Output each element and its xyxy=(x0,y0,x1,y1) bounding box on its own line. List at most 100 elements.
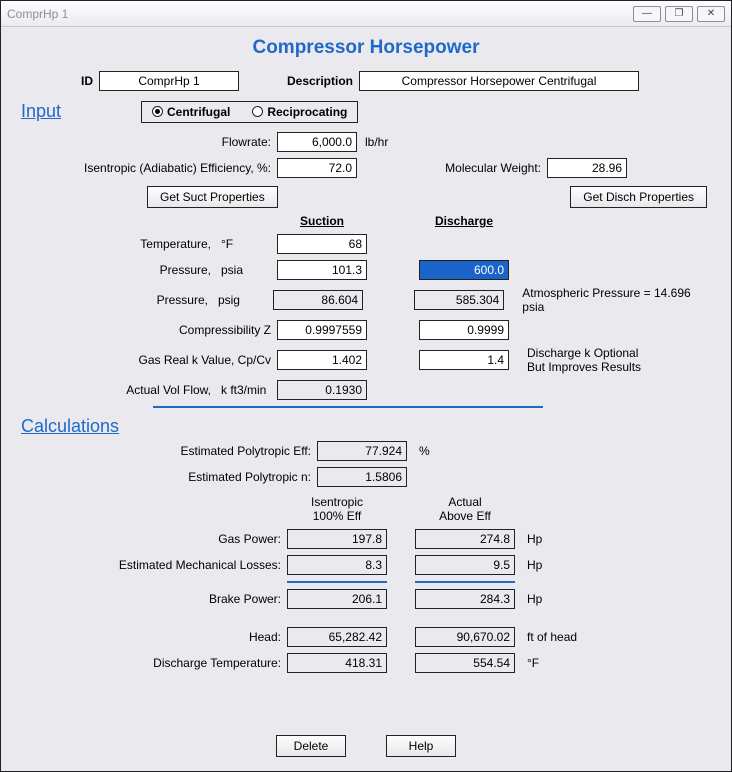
gas-k-row: Gas Real k Value, Cp/Cv Discharge k Opti… xyxy=(19,346,713,374)
discharge-psig-output xyxy=(414,290,504,310)
brake-power-row: Brake Power: Hp xyxy=(19,589,713,609)
brake-power-label: Brake Power: xyxy=(19,592,287,606)
poly-eff-row: Estimated Polytropic Eff: % xyxy=(19,441,713,461)
delete-button[interactable]: Delete xyxy=(276,735,346,757)
avf-unit: k ft3/min xyxy=(217,383,277,397)
id-desc-row: ID Description xyxy=(19,71,713,91)
poly-n-output xyxy=(317,467,407,487)
temperature-label: Temperature, xyxy=(19,237,217,251)
discharge-temp-act-output xyxy=(415,653,515,673)
psia-unit: psia xyxy=(217,263,277,277)
psig-unit: psig xyxy=(214,293,273,307)
bottom-buttons: Delete Help xyxy=(1,735,731,757)
suction-temperature-input[interactable] xyxy=(277,234,367,254)
radio-dot-icon xyxy=(252,106,263,117)
gas-power-act-output xyxy=(415,529,515,549)
compressibility-row: Compressibility Z xyxy=(19,320,713,340)
poly-eff-output xyxy=(317,441,407,461)
divider xyxy=(287,581,387,583)
suction-psig-output xyxy=(273,290,363,310)
get-props-row: Get Suct Properties Get Disch Properties xyxy=(19,186,713,208)
discharge-k-input[interactable] xyxy=(419,350,509,370)
content: Compressor Horsepower ID Description Inp… xyxy=(1,27,731,771)
window-title: ComprHp 1 xyxy=(7,7,629,21)
pressure-psig-row: Pressure, psig Atmospheric Pressure = 14… xyxy=(19,286,713,314)
mech-loss-isen-output xyxy=(287,555,387,575)
flowrate-label: Flowrate: xyxy=(19,135,277,149)
temperature-unit: °F xyxy=(217,237,277,251)
discharge-temp-label: Discharge Temperature: xyxy=(19,656,287,670)
hp-unit: Hp xyxy=(515,558,542,572)
titlebar[interactable]: ComprHp 1 — ❐ ✕ xyxy=(1,1,731,27)
avf-output xyxy=(277,380,367,400)
flowrate-unit: lb/hr xyxy=(357,135,417,149)
divider xyxy=(153,406,543,408)
iso-eff-input[interactable] xyxy=(277,158,357,178)
calculations-section-heading: Calculations xyxy=(21,416,119,437)
mol-wt-input[interactable] xyxy=(547,158,627,178)
atm-pressure-note: Atmospheric Pressure = 14.696 psia xyxy=(504,286,713,314)
input-header-row: Input Centrifugal Reciprocating xyxy=(19,97,713,126)
minimize-button[interactable]: — xyxy=(633,6,661,22)
hp-unit: Hp xyxy=(515,532,542,546)
poly-n-label: Estimated Polytropic n: xyxy=(19,470,317,484)
discharge-z-input[interactable] xyxy=(419,320,509,340)
fthead-unit: ft of head xyxy=(515,630,577,644)
brake-act-output xyxy=(415,589,515,609)
mech-loss-label: Estimated Mechanical Losses: xyxy=(19,558,287,572)
radio-reciprocating[interactable]: Reciprocating xyxy=(252,105,347,119)
avf-row: Actual Vol Flow, k ft3/min xyxy=(19,380,713,400)
id-input[interactable] xyxy=(99,71,239,91)
suction-discharge-grid: Suction Discharge Temperature, °F Pressu… xyxy=(19,214,713,400)
hp-unit: Hp xyxy=(515,592,542,606)
discharge-column-header: Discharge xyxy=(419,214,509,228)
discharge-k-note: Discharge k Optional But Improves Result… xyxy=(509,346,641,374)
head-row: Head: ft of head xyxy=(19,627,713,647)
temperature-row: Temperature, °F xyxy=(19,234,713,254)
flowrate-input[interactable] xyxy=(277,132,357,152)
maximize-button[interactable]: ❐ xyxy=(665,6,693,22)
avf-label: Actual Vol Flow, xyxy=(19,383,217,397)
compressor-type-toggle: Centrifugal Reciprocating xyxy=(141,101,358,123)
poly-eff-label: Estimated Polytropic Eff: xyxy=(19,444,317,458)
get-disch-properties-button[interactable]: Get Disch Properties xyxy=(570,186,707,208)
gas-power-row: Gas Power: Hp xyxy=(19,529,713,549)
suction-k-input[interactable] xyxy=(277,350,367,370)
brake-isen-output xyxy=(287,589,387,609)
app-window: ComprHp 1 — ❐ ✕ Compressor Horsepower ID… xyxy=(0,0,732,772)
close-button[interactable]: ✕ xyxy=(697,6,725,22)
calc-col-headers: Isentropic 100% Eff Actual Above Eff xyxy=(19,495,713,523)
description-label: Description xyxy=(249,74,359,88)
brake-sep-row xyxy=(19,581,713,583)
actual-col-header: Actual Above Eff xyxy=(415,495,515,523)
poly-n-row: Estimated Polytropic n: xyxy=(19,467,713,487)
description-input[interactable] xyxy=(359,71,639,91)
id-label: ID xyxy=(19,74,99,88)
divider xyxy=(415,581,515,583)
get-suct-properties-button[interactable]: Get Suct Properties xyxy=(147,186,278,208)
head-isen-output xyxy=(287,627,387,647)
head-label: Head: xyxy=(19,630,287,644)
suction-column-header: Suction xyxy=(277,214,367,228)
discharge-temp-row: Discharge Temperature: °F xyxy=(19,653,713,673)
mech-loss-row: Estimated Mechanical Losses: Hp xyxy=(19,555,713,575)
discharge-psia-input[interactable]: 600.0 xyxy=(419,260,509,280)
suction-z-input[interactable] xyxy=(277,320,367,340)
radio-dot-icon xyxy=(152,106,163,117)
eff-mw-row: Isentropic (Adiabatic) Efficiency, %: Mo… xyxy=(19,158,713,178)
degF-unit: °F xyxy=(515,656,539,670)
radio-centrifugal[interactable]: Centrifugal xyxy=(152,105,230,119)
suction-psia-input[interactable] xyxy=(277,260,367,280)
gas-k-label: Gas Real k Value, Cp/Cv xyxy=(19,353,277,367)
help-button[interactable]: Help xyxy=(386,735,456,757)
pct-unit: % xyxy=(407,444,430,458)
col-headers: Suction Discharge xyxy=(19,214,713,228)
gas-power-isen-output xyxy=(287,529,387,549)
mol-wt-label: Molecular Weight: xyxy=(357,161,547,175)
mech-loss-act-output xyxy=(415,555,515,575)
pressure-psig-label: Pressure, xyxy=(19,293,214,307)
input-section-heading: Input xyxy=(21,101,131,122)
gas-power-label: Gas Power: xyxy=(19,532,287,546)
head-act-output xyxy=(415,627,515,647)
pressure-psia-row: Pressure, psia 600.0 xyxy=(19,260,713,280)
